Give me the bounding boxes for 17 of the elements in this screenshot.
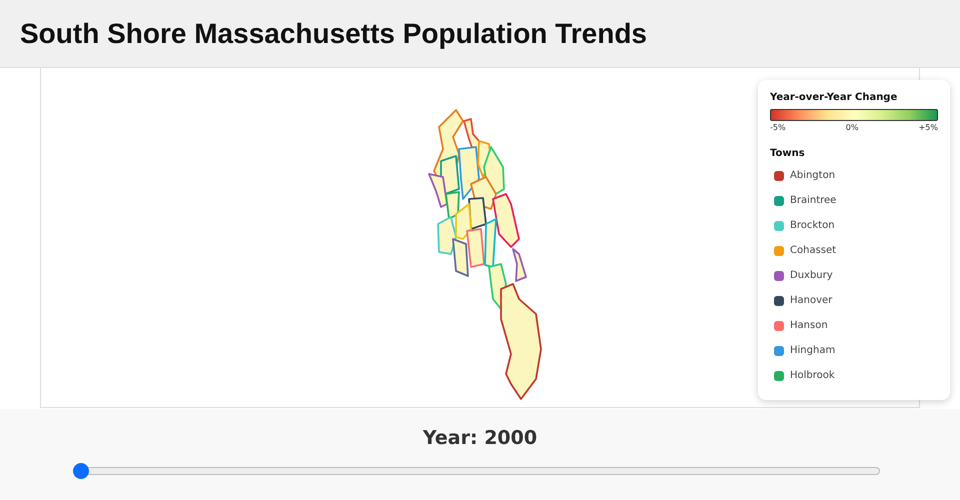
- town-label: Hingham: [790, 345, 836, 356]
- town-label: Braintree: [790, 195, 836, 206]
- town-label: Holbrook: [790, 370, 835, 381]
- year-label: Year: 2000: [422, 427, 538, 449]
- scale-label: +5%: [918, 123, 938, 132]
- town-label: Abington: [790, 170, 836, 181]
- scale-label: -5%: [770, 123, 786, 132]
- slider-thumb[interactable]: [73, 463, 89, 479]
- scale-label: 0%: [846, 123, 858, 132]
- town-label: Brockton: [790, 220, 835, 231]
- legend-title: Year-over-Year Change: [770, 92, 898, 103]
- town-label: Hanover: [790, 295, 832, 306]
- town-label: Cohasset: [790, 245, 836, 256]
- legend-subtitle: Towns: [770, 148, 806, 159]
- page-title: South Shore Massachusetts Population Trends: [20, 18, 647, 50]
- town-label: Duxbury: [790, 270, 833, 281]
- town-label: Hanson: [790, 320, 828, 331]
